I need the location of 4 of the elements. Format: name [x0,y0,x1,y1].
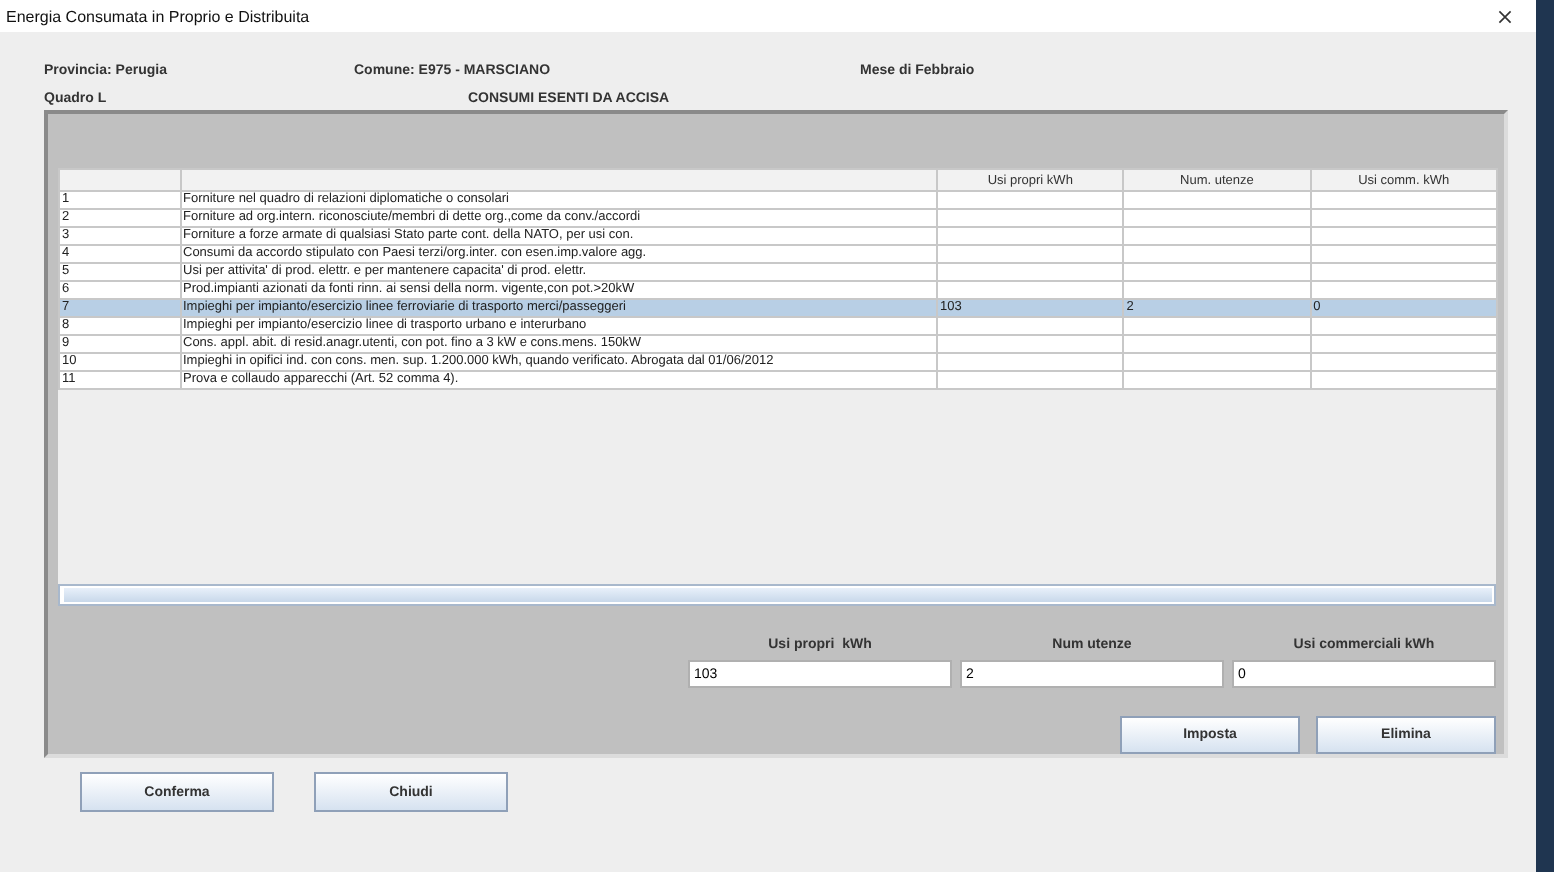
horizontal-scrollbar[interactable] [58,584,1496,606]
close-icon[interactable] [1498,9,1512,23]
scroll-thumb[interactable] [64,588,1492,603]
window-title: Energia Consumata in Proprio e Distribuita [6,7,310,25]
